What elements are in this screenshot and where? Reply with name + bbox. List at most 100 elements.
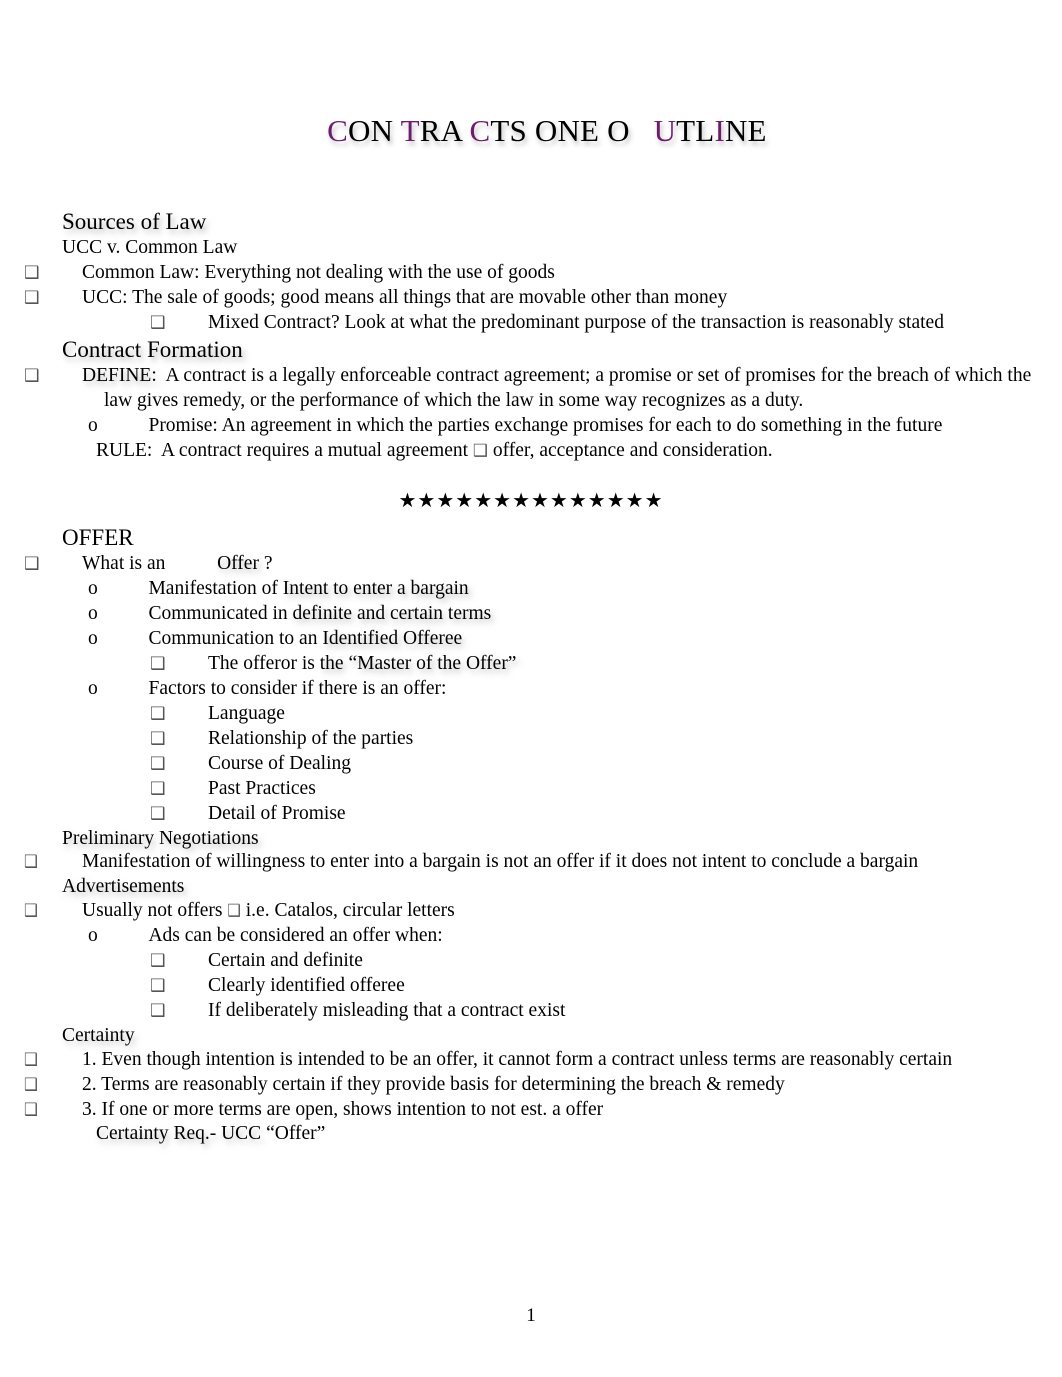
bullet-icon: ❑ [150, 703, 166, 724]
list-item-label: Common Law: [82, 262, 200, 284]
element-pre: Communicated in [148, 602, 293, 624]
list-item: ❑ 3. If one or more terms are open, shows… [24, 1098, 1062, 1123]
element-emphasis: Intent to enter a bargain [282, 578, 469, 599]
list-item-what-is-offer: ❑ What is an Offer ? [24, 552, 1062, 577]
rule-label: RULE: [96, 440, 153, 462]
star-divider: ★★★★★★★★★★★★★★ [398, 488, 664, 512]
list-item: ❑ Mixed Contract? Look at what the predom… [150, 311, 1062, 336]
factor-text: Relationship of the parties [208, 727, 414, 749]
certainty-item-text: 2. Terms are reasonably certain if they … [82, 1073, 785, 1095]
bullet-icon: ❑ [150, 313, 166, 334]
certainty-footer: Certainty Req.- UCC “Offer” [96, 1122, 1062, 1147]
heading-offer: OFFER [62, 525, 134, 550]
list-item: ❑ Relationship of the parties [150, 727, 1062, 752]
bullet-icon: ❑ [24, 263, 40, 284]
list-item: ❑ Certain and definite [150, 949, 1062, 974]
list-item-text: The sale of goods; good means all things… [132, 287, 728, 309]
bullet-icon: ❑ [150, 975, 166, 996]
bullet-icon: ❑ [24, 1074, 38, 1095]
title-segment: C [327, 113, 348, 149]
bullet-icon: ❑ [150, 950, 166, 971]
page-number: 1 [526, 1305, 536, 1326]
define-label: DEFINE: [82, 365, 157, 387]
element-emphasis: Identified Offeree [322, 627, 463, 649]
subheading-ucc-v-common-law: UCC v. Common Law [62, 237, 238, 259]
list-item: o Manifestation of Intent to enter a barg… [88, 577, 1062, 602]
list-item: ❑ 2. Terms are reasonably certain if they… [24, 1073, 1062, 1098]
bullet-icon: ❑ [24, 1099, 38, 1120]
factor-text: Past Practices [208, 777, 316, 799]
sub-bullet-icon: o [88, 925, 98, 946]
bullet-icon: ❑ [24, 554, 40, 575]
factor-text: Language [208, 702, 285, 724]
list-item: ❑ UCC: The sale of goods; good means all … [24, 286, 1062, 311]
sub-bullet-icon: o [88, 578, 98, 599]
ad-sub-item-text: If deliberately misleading that a contra… [208, 999, 566, 1021]
heading-certainty: Certainty [62, 1024, 135, 1046]
question-post: ? [258, 553, 273, 575]
factor-text: Detail of Promise [208, 802, 346, 824]
heading-contract-formation: Contract Formation [62, 337, 243, 363]
bullet-icon: ❑ [24, 366, 40, 387]
ad-item-post: i.e. Catalos, circular letters [245, 900, 455, 922]
bullet-icon: ❑ [24, 852, 38, 873]
list-item: ❑ If deliberately misleading that a contr… [150, 999, 1062, 1024]
certainty-item-text: 1. Even though intention is intended to … [82, 1048, 953, 1070]
bullet-icon: ❑ [150, 803, 166, 824]
title-segment: TS ONE O [490, 113, 654, 149]
bullet-icon: ❑ [24, 901, 38, 922]
page-title: CON TRA CTS ONE O UTLINE [0, 0, 1062, 182]
list-item-factors-heading: o Factors to consider if there is an offe… [88, 677, 1062, 702]
list-item: ❑ Course of Dealing [150, 752, 1062, 777]
arrow-tofu-icon: ❑ [227, 900, 241, 921]
element-pre: Communication to an [148, 627, 323, 649]
ad-sub-item-text: Certain and definite [208, 949, 363, 971]
heading-preliminary-negotiations: Preliminary Negotiations [62, 827, 259, 849]
list-item: ❑ Past Practices [150, 777, 1062, 802]
list-item: ❑ 1. Even though intention is intended to… [24, 1048, 1062, 1073]
sub-bullet-icon: o [88, 677, 98, 699]
list-item-ads-heading: o Ads can be considered an offer when: [88, 924, 1062, 949]
heading-sources-of-law: Sources of Law [62, 209, 207, 235]
list-item-label: Mixed Contract? [208, 312, 340, 334]
heading-advertisements: Advertisements [62, 876, 185, 898]
factors-heading-text: Factors to consider if there is an offer… [148, 677, 447, 699]
list-item: ❑ Language [150, 702, 1062, 727]
certainty-footer-pre: Certainty Req.- UCC [96, 1123, 262, 1145]
arrow-tofu-icon: ❑ [472, 440, 488, 461]
title-segment: ON [348, 113, 401, 149]
rule-text-before: A contract requires a mutual agreement [161, 440, 469, 462]
list-item: ❑ Clearly identified offeree [150, 974, 1062, 999]
list-item-label: UCC: [82, 287, 128, 309]
list-item: o Communicated in definite and certain te… [88, 602, 1062, 627]
bullet-italic-icon: ❑ [150, 653, 166, 674]
promise-text: An agreement in which the parties exchan… [221, 415, 943, 437]
title-segment: RA [419, 113, 470, 149]
bullet-icon: ❑ [24, 288, 40, 309]
bullet-icon: ❑ [150, 728, 166, 749]
list-item: o Communication to an Identified Offeree [88, 627, 1062, 652]
certainty-item-text: 3. If one or more terms are open, shows … [82, 1098, 604, 1120]
list-item: ❑ Manifestation of willingness to enter i… [24, 850, 1062, 875]
title-segment: T [400, 113, 420, 149]
bullet-icon: ❑ [150, 753, 166, 774]
title-segment: TL [676, 113, 715, 149]
title-segment: C [469, 113, 491, 149]
certainty-footer-post: “Offer” [266, 1123, 326, 1145]
list-item: ❑ Common Law: Everything not dealing with… [24, 261, 1062, 286]
question-pre: What is an [82, 553, 171, 575]
rule-text-after: offer, acceptance and consideration. [492, 440, 773, 462]
list-item-master-of-offer: ❑ The offeror is the “Master of the Offer… [150, 652, 1062, 677]
bullet-icon: ❑ [150, 778, 166, 799]
list-item: ❑ Usually not offers ❑ i.e. Catalos, circ… [24, 899, 1062, 924]
sub-bullet-icon: o [88, 415, 98, 437]
document-page: CON TRA CTS ONE O UTLINE Sources of Law … [0, 0, 1062, 1377]
element-emphasis: definite and certain terms [292, 602, 492, 624]
title-segment: NE [724, 113, 767, 149]
list-item-text: Everything not dealing with the use of g… [204, 262, 555, 284]
bullet-icon: ❑ [24, 1049, 38, 1070]
list-item-text: Manifestation of willingness to enter in… [82, 851, 919, 873]
ad-item-pre: Usually not offers [82, 900, 223, 922]
factor-text: Course of Dealing [208, 752, 351, 774]
define-text: A contract is a legally enforceable cont… [104, 365, 1032, 412]
